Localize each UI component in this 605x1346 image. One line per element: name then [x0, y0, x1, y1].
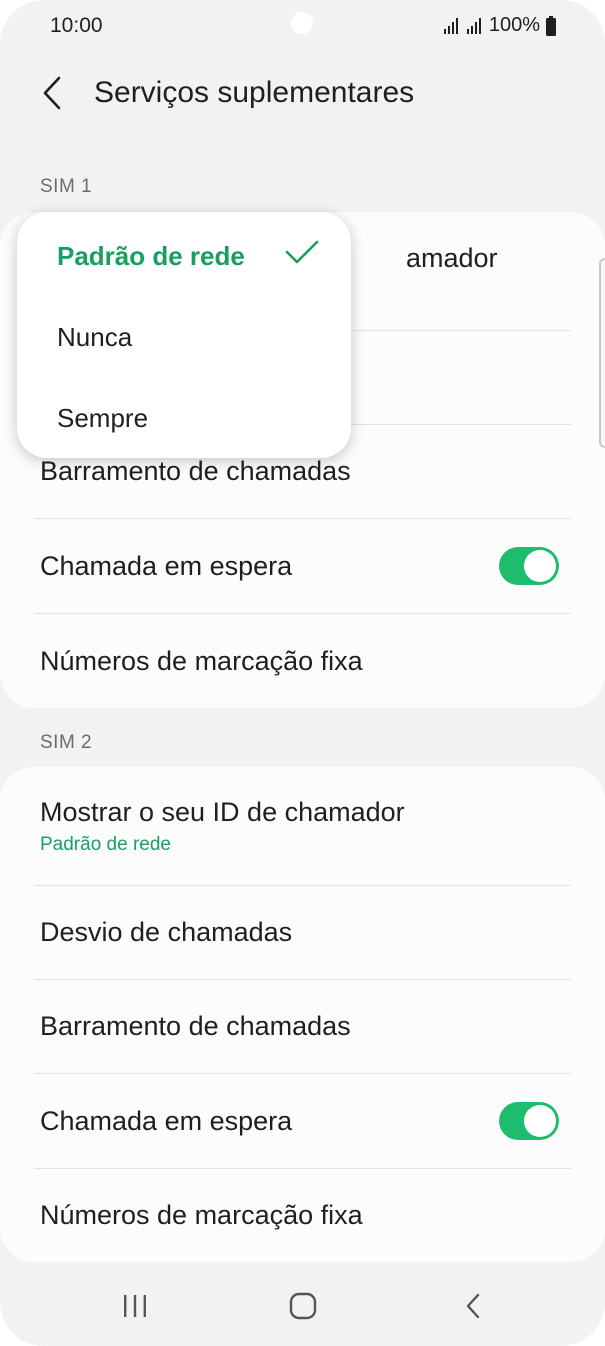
caller-id-dropdown: Padrão de rede Nunca Sempre — [17, 212, 351, 458]
signal-icon — [443, 17, 461, 35]
sim2-call-forwarding-row[interactable]: Desvio de chamadas — [34, 886, 571, 980]
sim1-call-waiting-row[interactable]: Chamada em espera — [34, 519, 571, 614]
sim1-row-title: Barramento de chamadas — [40, 456, 351, 486]
app-header: Serviços suplementares — [0, 60, 605, 130]
edge-panel-handle[interactable] — [599, 258, 605, 448]
battery-percentage: 100% — [488, 14, 540, 36]
sim2-caller-id-row[interactable]: Mostrar o seu ID de chamador Padrão de r… — [34, 767, 571, 886]
status-icons: 100% — [443, 14, 557, 37]
section-label-sim1: SIM 1 — [40, 176, 93, 197]
home-icon — [288, 1291, 318, 1326]
dropdown-option-always[interactable]: Sempre — [17, 377, 351, 458]
toggle-knob — [524, 1105, 556, 1137]
sim2-call-waiting-row[interactable]: Chamada em espera — [34, 1074, 571, 1169]
chevron-left-icon — [41, 76, 63, 115]
check-icon — [285, 240, 319, 273]
recent-apps-icon — [121, 1293, 149, 1324]
section-label-sim2: SIM 2 — [40, 732, 93, 753]
dropdown-option-label: Sempre — [57, 402, 149, 433]
home-button[interactable] — [273, 1280, 333, 1336]
dropdown-option-never[interactable]: Nunca — [17, 296, 351, 378]
page-title: Serviços suplementares — [94, 76, 415, 109]
sim1-row-title: Chamada em espera — [40, 550, 293, 581]
sim2-row-title: Barramento de chamadas — [40, 1011, 351, 1041]
nav-back-button[interactable] — [443, 1280, 503, 1336]
dropdown-option-network-default[interactable]: Padrão de rede — [17, 215, 351, 297]
sim2-fixed-dialing-row[interactable]: Números de marcação fixa — [34, 1169, 571, 1262]
back-button[interactable] — [30, 70, 74, 120]
signal-icon — [466, 17, 484, 35]
battery-icon — [545, 15, 557, 36]
sim1-call-waiting-toggle[interactable] — [499, 547, 559, 585]
sim2-row-title: Números de marcação fixa — [40, 1200, 363, 1230]
dropdown-option-label: Padrão de rede — [57, 240, 245, 271]
status-time: 10:00 — [50, 14, 103, 37]
recent-apps-button[interactable] — [105, 1280, 165, 1336]
sim2-caller-id-subtitle: Padrão de rede — [40, 833, 171, 855]
camera-cutout — [291, 12, 313, 34]
sim2-row-title: Mostrar o seu ID de chamador — [40, 796, 405, 827]
navigation-bar — [0, 1270, 605, 1346]
sim2-call-barring-row[interactable]: Barramento de chamadas — [34, 980, 571, 1074]
sim1-row-title: Números de marcação fixa — [40, 645, 363, 676]
phone-screen: 10:00 100% Serviços suplementares SIM 1 … — [0, 0, 605, 1346]
toggle-knob — [524, 550, 556, 582]
sim2-row-title: Desvio de chamadas — [40, 917, 293, 947]
sim2-settings-card: Mostrar o seu ID de chamador Padrão de r… — [0, 767, 605, 1262]
back-icon — [463, 1292, 483, 1325]
sim2-row-title: Chamada em espera — [40, 1105, 293, 1136]
sim1-fixed-dialing-row[interactable]: Números de marcação fixa — [34, 614, 571, 708]
sim2-call-waiting-toggle[interactable] — [499, 1102, 559, 1140]
dropdown-option-label: Nunca — [57, 321, 133, 352]
status-bar: 10:00 100% — [0, 0, 605, 56]
